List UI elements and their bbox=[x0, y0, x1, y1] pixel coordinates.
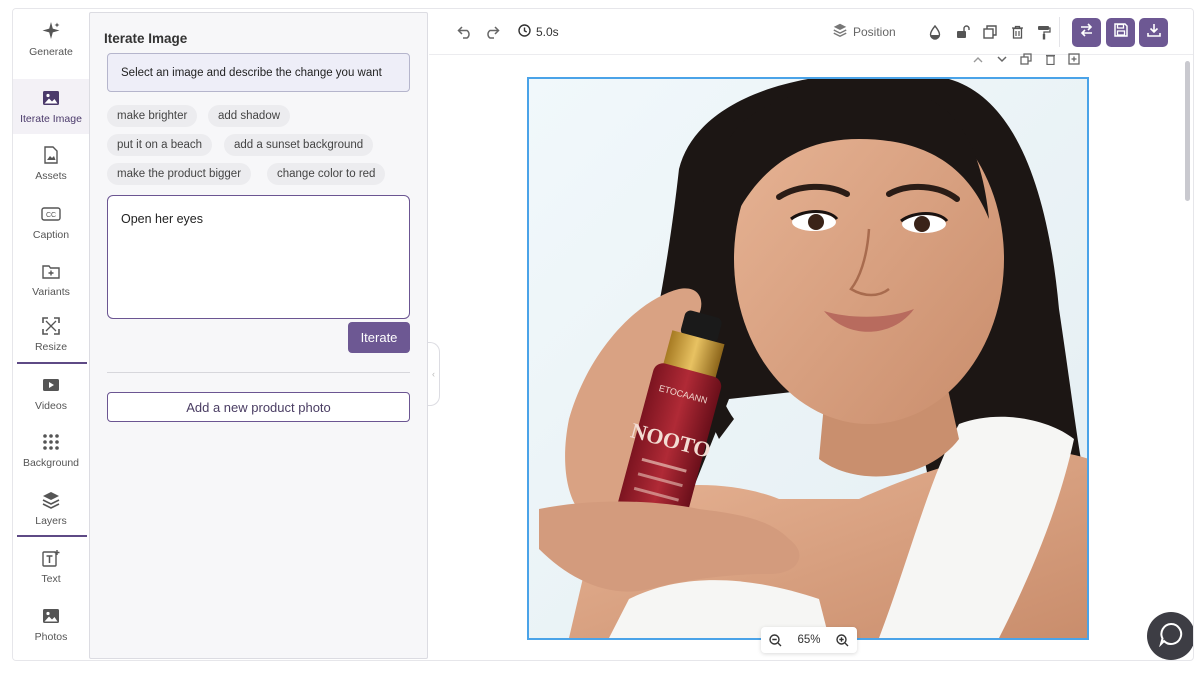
video-icon bbox=[41, 375, 61, 395]
zoom-out-icon[interactable] bbox=[769, 633, 782, 647]
rail-label: Resize bbox=[34, 341, 68, 353]
rail-item-text[interactable]: Text bbox=[13, 548, 89, 596]
vertical-scrollbar[interactable] bbox=[1185, 61, 1190, 201]
folder-plus-icon bbox=[41, 261, 61, 281]
assets-icon bbox=[41, 145, 61, 165]
resize-icon bbox=[41, 316, 61, 336]
unlock-icon[interactable] bbox=[954, 23, 972, 41]
panel-title: Iterate Image bbox=[104, 31, 188, 46]
suggestion-chip[interactable]: add shadow bbox=[208, 105, 291, 127]
rail-label: Videos bbox=[35, 400, 67, 412]
suggestion-chip[interactable]: add a sunset background bbox=[224, 134, 374, 156]
download-button[interactable] bbox=[1139, 18, 1168, 47]
trash-icon[interactable] bbox=[1008, 23, 1026, 41]
rail-label: Iterate Image bbox=[20, 113, 82, 125]
chat-support-button[interactable] bbox=[1147, 612, 1193, 660]
rail-label: Background bbox=[22, 457, 80, 469]
save-button[interactable] bbox=[1106, 18, 1135, 47]
rail-item-photos[interactable]: Photos bbox=[13, 606, 89, 654]
position-button[interactable]: Position bbox=[833, 23, 896, 40]
chevron-up-icon[interactable] bbox=[971, 52, 985, 66]
swap-button[interactable] bbox=[1072, 18, 1101, 47]
redo-icon[interactable] bbox=[483, 23, 501, 41]
iterate-button[interactable]: Iterate bbox=[348, 322, 410, 353]
panel-collapse-handle[interactable]: ‹ bbox=[428, 342, 440, 406]
rail-item-variants[interactable]: Variants bbox=[13, 261, 89, 309]
rail-label: Layers bbox=[35, 515, 67, 527]
rail-divider bbox=[17, 535, 87, 537]
rail-label: Text bbox=[41, 573, 61, 585]
rail-label: Caption bbox=[32, 229, 70, 241]
suggestion-chip[interactable]: make brighter bbox=[107, 105, 198, 127]
add-layer-icon[interactable] bbox=[1067, 52, 1081, 66]
layers-stack-icon bbox=[833, 23, 847, 40]
toolbar-divider bbox=[1059, 17, 1060, 47]
rail-item-layers[interactable]: Layers bbox=[13, 490, 89, 538]
left-rail: Generate Iterate Image Assets CC Caption bbox=[13, 9, 89, 660]
rail-label: Variants bbox=[32, 286, 70, 298]
rail-item-iterate-image[interactable]: Iterate Image bbox=[13, 79, 89, 134]
copy-layer-icon[interactable] bbox=[1019, 52, 1033, 66]
rail-item-generate[interactable]: Generate bbox=[13, 21, 89, 71]
rail-divider bbox=[17, 362, 87, 364]
app-window: Generate Iterate Image Assets CC Caption bbox=[12, 8, 1194, 661]
suggestion-chip[interactable]: change color to red bbox=[267, 163, 386, 185]
duration-value: 5.0s bbox=[536, 25, 559, 39]
position-label: Position bbox=[853, 24, 896, 39]
chat-bubble-icon bbox=[1158, 621, 1184, 652]
image-icon bbox=[41, 88, 61, 108]
zoom-in-icon[interactable] bbox=[836, 633, 849, 647]
svg-text:CC: CC bbox=[46, 212, 56, 219]
rail-item-caption[interactable]: CC Caption bbox=[13, 204, 89, 252]
rail-item-assets[interactable]: Assets bbox=[13, 145, 89, 193]
undo-icon[interactable] bbox=[456, 23, 474, 41]
delete-layer-icon[interactable] bbox=[1043, 52, 1057, 66]
caption-icon: CC bbox=[41, 204, 61, 224]
text-icon bbox=[41, 548, 61, 568]
download-icon bbox=[1146, 23, 1161, 42]
swap-arrows-icon bbox=[1079, 23, 1094, 42]
suggestion-chip[interactable]: put it on a beach bbox=[107, 134, 213, 156]
chevron-down-icon[interactable] bbox=[995, 52, 1009, 66]
rail-label: Assets bbox=[35, 170, 67, 182]
rail-item-videos[interactable]: Videos bbox=[13, 375, 89, 423]
duplicate-icon[interactable] bbox=[981, 23, 999, 41]
divider bbox=[107, 372, 410, 373]
chevron-left-icon: ‹ bbox=[432, 369, 435, 379]
opacity-drop-icon[interactable] bbox=[926, 23, 944, 41]
photos-icon bbox=[41, 606, 61, 626]
rail-item-background[interactable]: Background bbox=[13, 432, 89, 480]
sparkle-icon bbox=[41, 21, 61, 41]
suggestion-chip[interactable]: make the product bigger bbox=[107, 163, 252, 185]
instruction-hint: Select an image and describe the change … bbox=[107, 53, 410, 92]
iterate-image-panel: Iterate Image Select an image and descri… bbox=[89, 12, 428, 659]
prompt-input[interactable] bbox=[107, 195, 410, 319]
model-with-serum-photo: ETOCAANN NOOTO bbox=[529, 79, 1087, 638]
save-icon bbox=[1113, 23, 1128, 42]
zoom-control: 65% bbox=[761, 627, 857, 653]
layers-icon bbox=[41, 490, 61, 510]
rail-item-resize[interactable]: Resize bbox=[13, 316, 89, 361]
duration-display[interactable]: 5.0s bbox=[518, 24, 559, 40]
rail-label: Generate bbox=[29, 46, 73, 58]
grid-dots-icon bbox=[41, 432, 61, 452]
zoom-level: 65% bbox=[797, 634, 821, 646]
add-product-photo-button[interactable]: Add a new product photo bbox=[107, 392, 410, 422]
clock-icon bbox=[518, 24, 531, 40]
rail-label: Photos bbox=[34, 631, 68, 643]
paint-roller-icon[interactable] bbox=[1035, 23, 1053, 41]
top-toolbar: 5.0s Position bbox=[429, 9, 1193, 55]
selected-product-image[interactable]: ETOCAANN NOOTO bbox=[527, 77, 1089, 640]
